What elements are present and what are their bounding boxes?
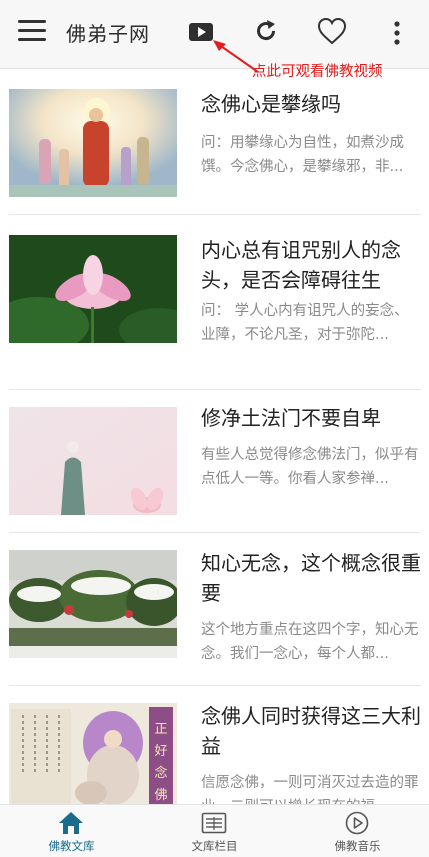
article-item[interactable]: 正 好 念 佛 念佛人同时获得这三大利益 信愿念佛，一则可消灭过去造的罪业，二则… [0, 686, 429, 804]
article-thumbnail [9, 407, 177, 515]
nav-label: 文库栏目 [191, 839, 238, 853]
article-item[interactable]: 修净土法门不要自卑 有些人总觉得修念佛法门，似乎有点低人一等。你看人家参禅... [0, 390, 429, 532]
article-list: 念佛心是攀缘吗 问：用攀缘心为自性，如煮沙成馔。今念佛心，是攀缘邪，非... 内… [0, 69, 429, 804]
play-circle-icon [345, 811, 369, 835]
article-thumbnail [9, 89, 177, 197]
svg-text:好: 好 [154, 744, 167, 759]
article-thumbnail [9, 550, 177, 658]
article-title: 念佛人同时获得这三大利益 [201, 704, 421, 758]
home-icon [59, 812, 83, 834]
nav-item-categories[interactable]: 文库栏目 [143, 805, 286, 857]
svg-text:念: 念 [154, 765, 167, 781]
nav-label: 佛教文库 [48, 839, 95, 853]
article-title: 修净土法门不要自卑 [201, 406, 381, 430]
article-summary: 问： 学人心内有诅咒人的妄念、业障，不论凡圣，对于弥陀... [201, 303, 409, 343]
app-title: 佛弟子网 [66, 22, 150, 46]
article-title: 内心总有诅咒别人的念头，是否会障碍往生 [201, 238, 401, 292]
more-vert-icon[interactable] [392, 20, 402, 46]
nav-item-library[interactable]: 佛教文库 [0, 805, 143, 857]
bottom-navigation: 佛教文库 文库栏目 佛教音乐 [0, 804, 429, 857]
article-thumbnail [9, 235, 177, 343]
article-summary: 问：用攀缘心为自性，如煮沙成馔。今念佛心，是攀缘邪，非... [201, 135, 404, 175]
article-item[interactable]: 知心无念，这个概念很重要 这个地方重点在这四个字，知心无念。我们一念心，每个人都… [0, 533, 429, 685]
article-item[interactable]: 内心总有诅咒别人的念头，是否会障碍往生 问： 学人心内有诅咒人的妄念、业障，不论… [0, 215, 429, 389]
svg-text:佛: 佛 [154, 788, 167, 803]
heart-icon[interactable] [316, 16, 348, 46]
article-title: 念佛心是攀缘吗 [201, 92, 341, 116]
article-summary: 这个地方重点在这四个字，知心无念。我们一念心，每个人都... [201, 622, 419, 662]
article-item[interactable]: 念佛心是攀缘吗 问：用攀缘心为自性，如煮沙成馔。今念佛心，是攀缘邪，非... [0, 69, 429, 214]
svg-text:正: 正 [154, 722, 167, 737]
nav-label: 佛教音乐 [334, 839, 381, 853]
list-icon [201, 812, 227, 834]
article-summary: 有些人总觉得修念佛法门，似乎有点低人一等。你看人家参禅... [201, 447, 419, 487]
article-title: 知心无念，这个概念很重要 [201, 551, 421, 605]
article-thumbnail: 正 好 念 佛 [9, 703, 177, 804]
article-summary: 信愿念佛，一则可消灭过去造的罪业，二则可以增长现在的福... [201, 775, 419, 804]
menu-icon[interactable] [18, 20, 46, 44]
nav-item-music[interactable]: 佛教音乐 [286, 805, 429, 857]
